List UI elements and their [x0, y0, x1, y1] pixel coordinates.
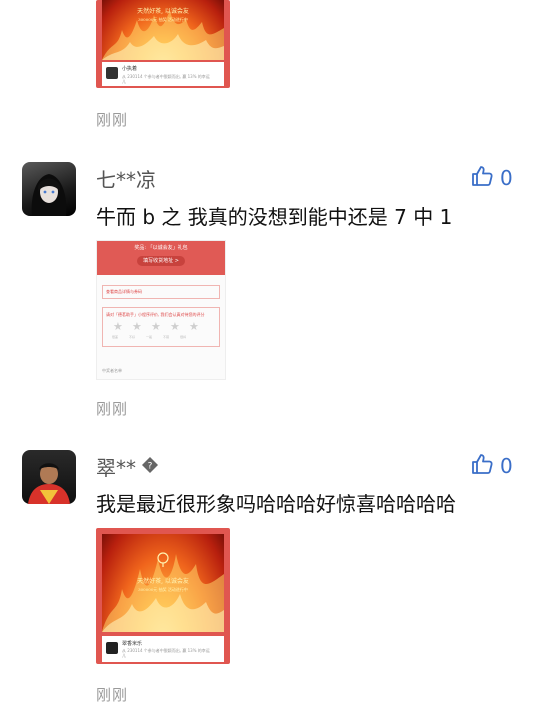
avatar[interactable]	[22, 162, 76, 216]
receipt-image[interactable]: 奖品: 「以诚会友」礼包 填写收货地址 > 查看商品详情与券码 请对「德茗助手」…	[96, 240, 226, 380]
card-caption: 翠香米乐 从 230114 个参与者中脱颖而出, 赢 13% 的幸运儿	[102, 636, 224, 662]
card-headline: 天然好茶, 以诚会友	[137, 8, 189, 15]
comment-text: 牛而 b 之 我真的没想到能中还是 7 中 1	[96, 205, 453, 229]
thumbs-up-icon	[470, 452, 494, 480]
comment-time: 刚刚	[96, 686, 129, 704]
star-icon: ★	[151, 320, 161, 333]
caption-name: 翠香米乐	[122, 641, 143, 647]
avatar	[106, 67, 118, 79]
caption-name: 小执着	[122, 66, 138, 72]
thumbs-up-icon	[470, 164, 494, 192]
star-label: 很差	[112, 335, 119, 339]
like-button[interactable]: 0	[470, 452, 513, 480]
card-headline: 天然好茶, 以诚会友	[137, 578, 189, 585]
star-labels: 很差 不好 一般 不错 很棒	[112, 335, 186, 339]
star-label: 很棒	[180, 335, 187, 339]
rating-question: 请对「德茗助手」小程序评价, 我们会认真对待您的评分	[106, 312, 205, 317]
star-icon: ★	[189, 320, 199, 333]
comment-text: 我是最近很形象吗哈哈哈好惊喜哈哈哈哈	[96, 492, 456, 516]
receipt-row: 查看商品详情与券码	[102, 285, 220, 299]
avatar[interactable]	[22, 450, 76, 504]
like-count: 0	[500, 166, 513, 190]
like-button[interactable]: 0	[470, 164, 513, 192]
username[interactable]: 七**凉	[96, 164, 156, 193]
like-count: 0	[500, 454, 513, 478]
caption-text: 从 230114 个参与者中脱颖而出, 赢 13% 的幸运儿	[122, 74, 210, 84]
svg-text:?: ?	[148, 462, 153, 472]
flame-image: 天然好茶, 以诚会友 300000元 抽奖 活动进行中	[102, 0, 224, 60]
level-diamond-icon: ?	[141, 456, 159, 478]
card-subline: 300000元 抽奖 活动进行中	[138, 17, 188, 22]
address-button: 填写收货地址 >	[137, 256, 185, 266]
card-caption: 小执着 从 230114 个参与者中脱颖而出, 赢 13% 的幸运儿	[102, 62, 224, 86]
star-label: 不错	[163, 335, 170, 339]
receipt-title: 奖品: 「以诚会友」礼包	[134, 245, 188, 251]
username[interactable]: 翠**	[96, 452, 136, 481]
avatar	[106, 642, 118, 654]
shared-image-card[interactable]: 天然好茶, 以诚会友 300000元 抽奖 活动进行中 小执着 从 230114…	[96, 0, 230, 88]
receipt-header: 奖品: 「以诚会友」礼包 填写收货地址 >	[97, 241, 225, 275]
star-label: 不好	[129, 335, 136, 339]
comment-time: 刚刚	[96, 111, 129, 129]
receipt-footer: 中奖者名单	[102, 368, 122, 373]
star-icon: ★	[132, 320, 142, 333]
flame-image: 天然好茶, 以诚会友 300000元 抽奖 活动进行中	[102, 534, 224, 632]
caption-text: 从 230114 个参与者中脱颖而出, 赢 13% 的幸运儿	[122, 648, 210, 658]
star-icon: ★	[113, 320, 123, 333]
comment-time: 刚刚	[96, 400, 129, 418]
shared-image-card[interactable]: 天然好茶, 以诚会友 300000元 抽奖 活动进行中 翠香米乐 从 23011…	[96, 528, 230, 664]
star-label: 一般	[146, 335, 153, 339]
rating-box: 请对「德茗助手」小程序评价, 我们会认真对待您的评分 ★ ★ ★ ★ ★ 很差 …	[102, 307, 220, 347]
card-subline: 300000元 抽奖 活动进行中	[138, 587, 188, 592]
star-icon: ★	[170, 320, 180, 333]
star-rating: ★ ★ ★ ★ ★	[113, 320, 199, 333]
